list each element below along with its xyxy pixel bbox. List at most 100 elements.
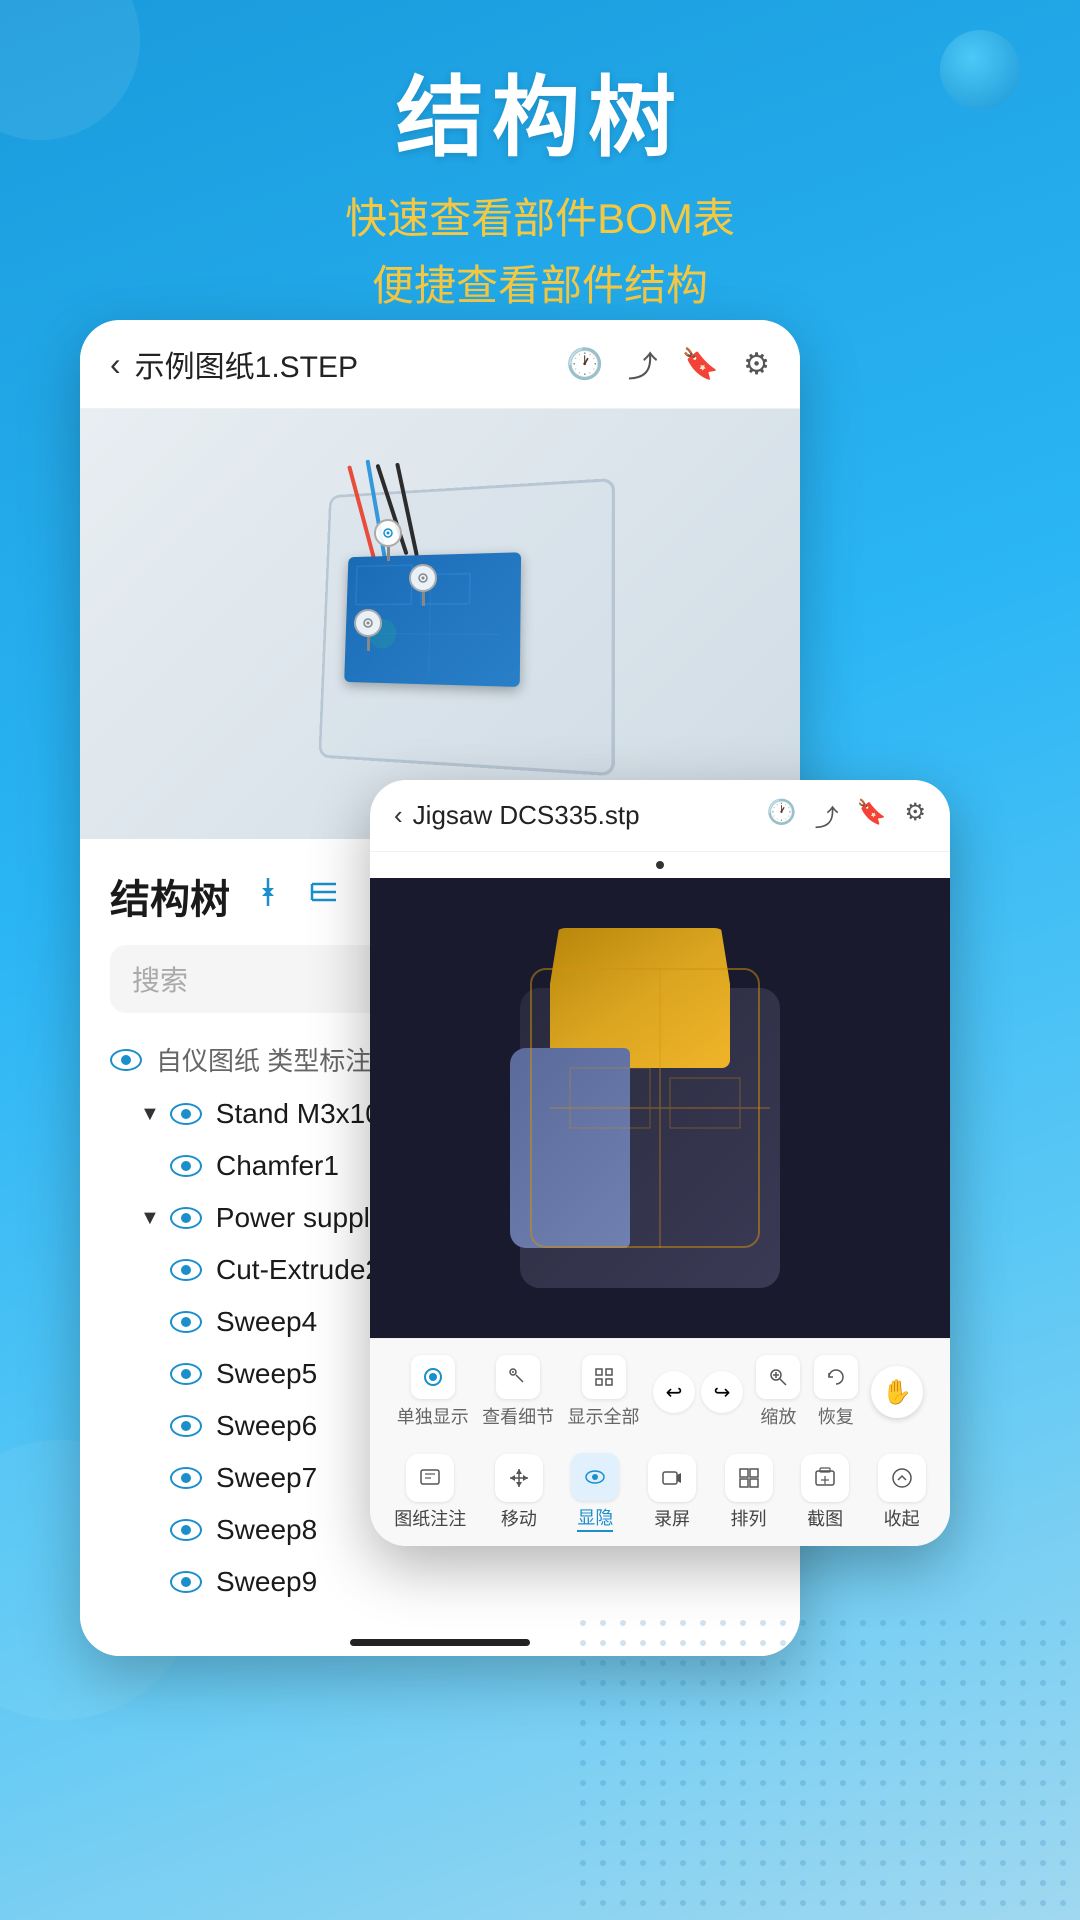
subtitle: 快速查看部件BOM表 便捷查看部件结构 [0,185,1080,319]
subtitle-line1: 快速查看部件BOM表 [0,185,1080,252]
pin-circle-2 [409,564,437,592]
item-label: Stand M3x10 [216,1098,381,1130]
search-placeholder-text: 搜索 [132,959,188,999]
decorative-orb [940,30,1020,110]
overlay-icon-group: 🕐 ⤴ 🔖 ⚙ [767,798,926,833]
show-all-button[interactable]: 显示全部 [568,1355,640,1429]
redo-button[interactable]: ↪ [701,1371,743,1413]
item-label: Sweep7 [216,1462,317,1494]
overlay-settings-icon[interactable]: ⚙ [904,798,926,833]
jigsaw-3d-view[interactable] [370,878,950,1338]
restore-button[interactable]: 恢复 [814,1355,858,1429]
pin-tail-3 [367,637,370,651]
pcb-scene [250,454,630,794]
visibility-icon[interactable] [170,1519,202,1541]
pin-tail-2 [422,592,425,606]
pin-tail-1 [387,547,390,561]
jigsaw-model [510,928,810,1288]
isolate-label: 单独显示 [397,1403,469,1429]
jigsaw-circuit-lines [510,928,810,1288]
collapse-tool[interactable]: 收起 [878,1454,926,1531]
top-bar: ‹ 示例图纸1.STEP 🕐 ⤴ 🔖 ⚙ [80,320,800,409]
overlay-bookmark-icon[interactable]: 🔖 [857,798,887,833]
home-indicator [350,1639,530,1646]
visibility-icon[interactable] [170,1415,202,1437]
item-label: Sweep9 [216,1566,317,1598]
visibility-icon[interactable] [170,1571,202,1593]
header-section: 结构树 快速查看部件BOM表 便捷查看部件结构 [0,0,1080,319]
show-all-label: 显示全部 [568,1403,640,1429]
back-button[interactable]: ‹ [110,346,121,383]
expand-arrow-icon[interactable]: ▼ [140,1103,160,1126]
pin-marker-1[interactable] [370,519,406,563]
move-tool[interactable]: 移动 [495,1454,543,1531]
screenshot-tool[interactable]: 截图 [801,1454,849,1531]
dot-pattern-decoration [580,1620,1080,1920]
item-label: Sweep5 [216,1358,317,1390]
arrange-tool[interactable]: 排列 [725,1454,773,1531]
visibility-tool[interactable]: 显隐 [571,1453,619,1532]
pin-marker-3[interactable] [350,609,386,653]
visibility-icon[interactable] [170,1155,202,1177]
item-label: Sweep6 [216,1410,317,1442]
settings-icon[interactable]: ⚙ [743,347,770,382]
tree-section-title: 结构树 [110,867,230,925]
undo-redo-group: ↩ ↪ [653,1371,743,1413]
item-label: Chamfer1 [216,1150,339,1182]
bookmark-icon[interactable]: 🔖 [682,347,719,382]
expand-all-button[interactable] [250,874,286,918]
detail-icon [496,1355,540,1399]
visibility-tool-label: 显隐 [577,1504,613,1532]
screenshot-label: 截图 [807,1505,843,1531]
collapse-label: 收起 [884,1505,920,1531]
arrange-icon [725,1454,773,1502]
overlay-share-icon[interactable]: ⤴ [815,798,839,833]
overlay-history-icon[interactable]: 🕐 [767,798,797,833]
visibility-icon[interactable] [170,1259,202,1281]
annotation-label: 图纸注注 [394,1505,466,1531]
overlay-top-bar: ‹ Jigsaw DCS335.stp 🕐 ⤴ 🔖 ⚙ [370,780,950,852]
zoom-button[interactable]: 缩放 [756,1355,800,1429]
pin-marker-2[interactable] [405,564,441,608]
collapse-icon [878,1454,926,1502]
move-label: 移动 [501,1505,537,1531]
pin-circle-3 [354,609,382,637]
annotation-icon [406,1454,454,1502]
isolate-button[interactable]: 单独显示 [397,1355,469,1429]
restore-label: 恢复 [818,1403,854,1429]
visibility-icon[interactable] [170,1103,202,1125]
hand-mode-button[interactable]: ✋ [871,1366,923,1418]
visibility-icon[interactable] [170,1363,202,1385]
overlay-back-button[interactable]: ‹ [394,800,403,831]
item-label: 自仪图纸 类型标注... [156,1041,393,1078]
visibility-icon[interactable] [170,1311,202,1333]
show-all-icon [582,1355,626,1399]
record-tool[interactable]: 录屏 [648,1454,696,1531]
undo-button[interactable]: ↩ [653,1371,695,1413]
move-icon [495,1454,543,1502]
detail-label: 查看细节 [482,1403,554,1429]
visibility-icon[interactable] [170,1207,202,1229]
overlay-toolbar-top: 单独显示 查看细节 显示全部 ↩ ↪ [370,1338,950,1445]
share-icon[interactable]: ⤴ [628,342,658,386]
subtitle-line2: 便捷查看部件结构 [0,252,1080,319]
expand-arrow-icon[interactable]: ▼ [140,1207,160,1230]
zoom-label: 缩放 [760,1403,796,1429]
overlay-phone-card: ‹ Jigsaw DCS335.stp 🕐 ⤴ 🔖 ⚙ [370,780,950,1546]
history-icon[interactable]: 🕐 [566,347,603,382]
record-icon [648,1454,696,1502]
zoom-icon [756,1355,800,1399]
list-item[interactable]: Sweep9 [110,1556,770,1608]
list-view-button[interactable] [306,874,342,918]
item-label: Cut-Extrude2 [216,1254,381,1286]
annotation-tool[interactable]: 图纸注注 [394,1454,466,1531]
file-name-label: 示例图纸1.STEP [135,342,567,386]
page-title: 结构树 [0,70,1080,167]
overlay-toolbar-bottom: 图纸注注 移动 显隐 录屏 排列 [370,1445,950,1546]
3d-preview[interactable] [80,409,800,839]
visibility-icon[interactable] [110,1049,142,1071]
pin-circle-1 [374,519,402,547]
detail-view-button[interactable]: 查看细节 [482,1355,554,1429]
visibility-icon[interactable] [170,1467,202,1489]
visibility-tool-icon [571,1453,619,1501]
